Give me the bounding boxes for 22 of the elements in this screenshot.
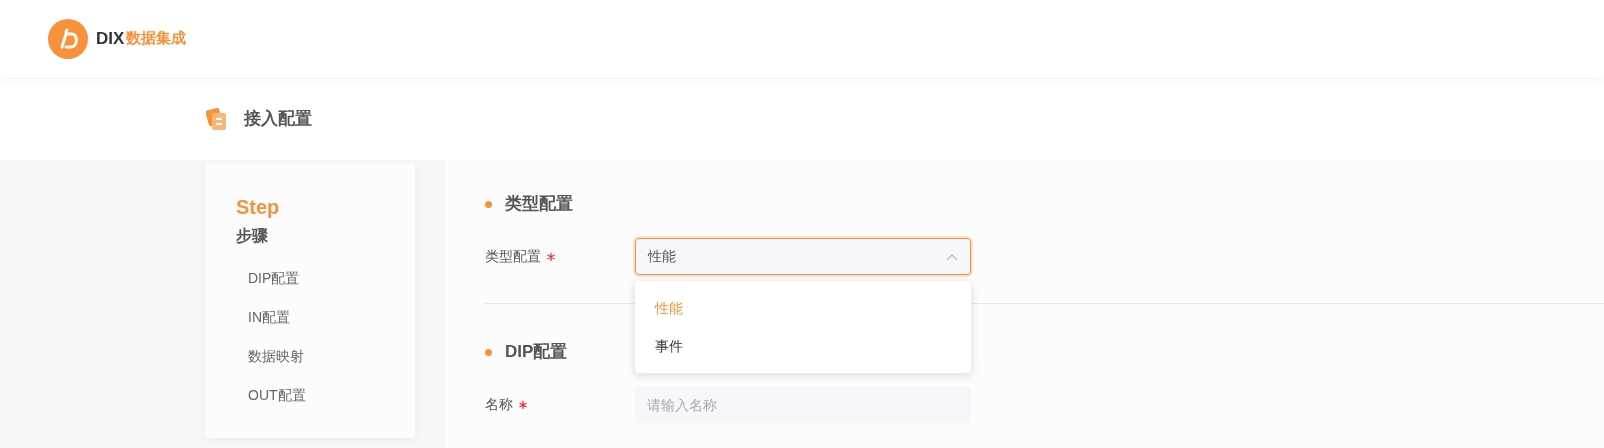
steps-subtitle: 步骤	[236, 226, 269, 246]
logo-icon	[48, 18, 88, 59]
field-label: 类型配置	[485, 247, 541, 266]
step-item[interactable]: OUT配置	[248, 376, 415, 415]
page-icon	[206, 106, 228, 131]
type-select[interactable]: 性能	[635, 238, 971, 275]
page-title: 接入配置	[244, 107, 312, 130]
chevron-icon	[946, 252, 958, 261]
section-title: DIP配置	[505, 341, 568, 364]
logo-text: DIX	[96, 27, 125, 50]
steps-title: Step	[236, 195, 281, 220]
step-item[interactable]: 数据映射	[248, 337, 415, 376]
bullet-icon	[485, 200, 492, 208]
select-value: 性能	[648, 247, 676, 266]
section-title: 类型配置	[505, 193, 573, 216]
logo-subtitle: 数据集成	[126, 28, 187, 49]
dropdown-option[interactable]: 事件	[635, 327, 971, 365]
step-item[interactable]: IN配置	[248, 298, 415, 337]
input-field[interactable]: 请输入名称	[635, 386, 971, 423]
bullet-icon	[485, 348, 492, 356]
field-label: 名称	[485, 395, 513, 414]
step-item[interactable]: DIP配置	[248, 259, 415, 298]
